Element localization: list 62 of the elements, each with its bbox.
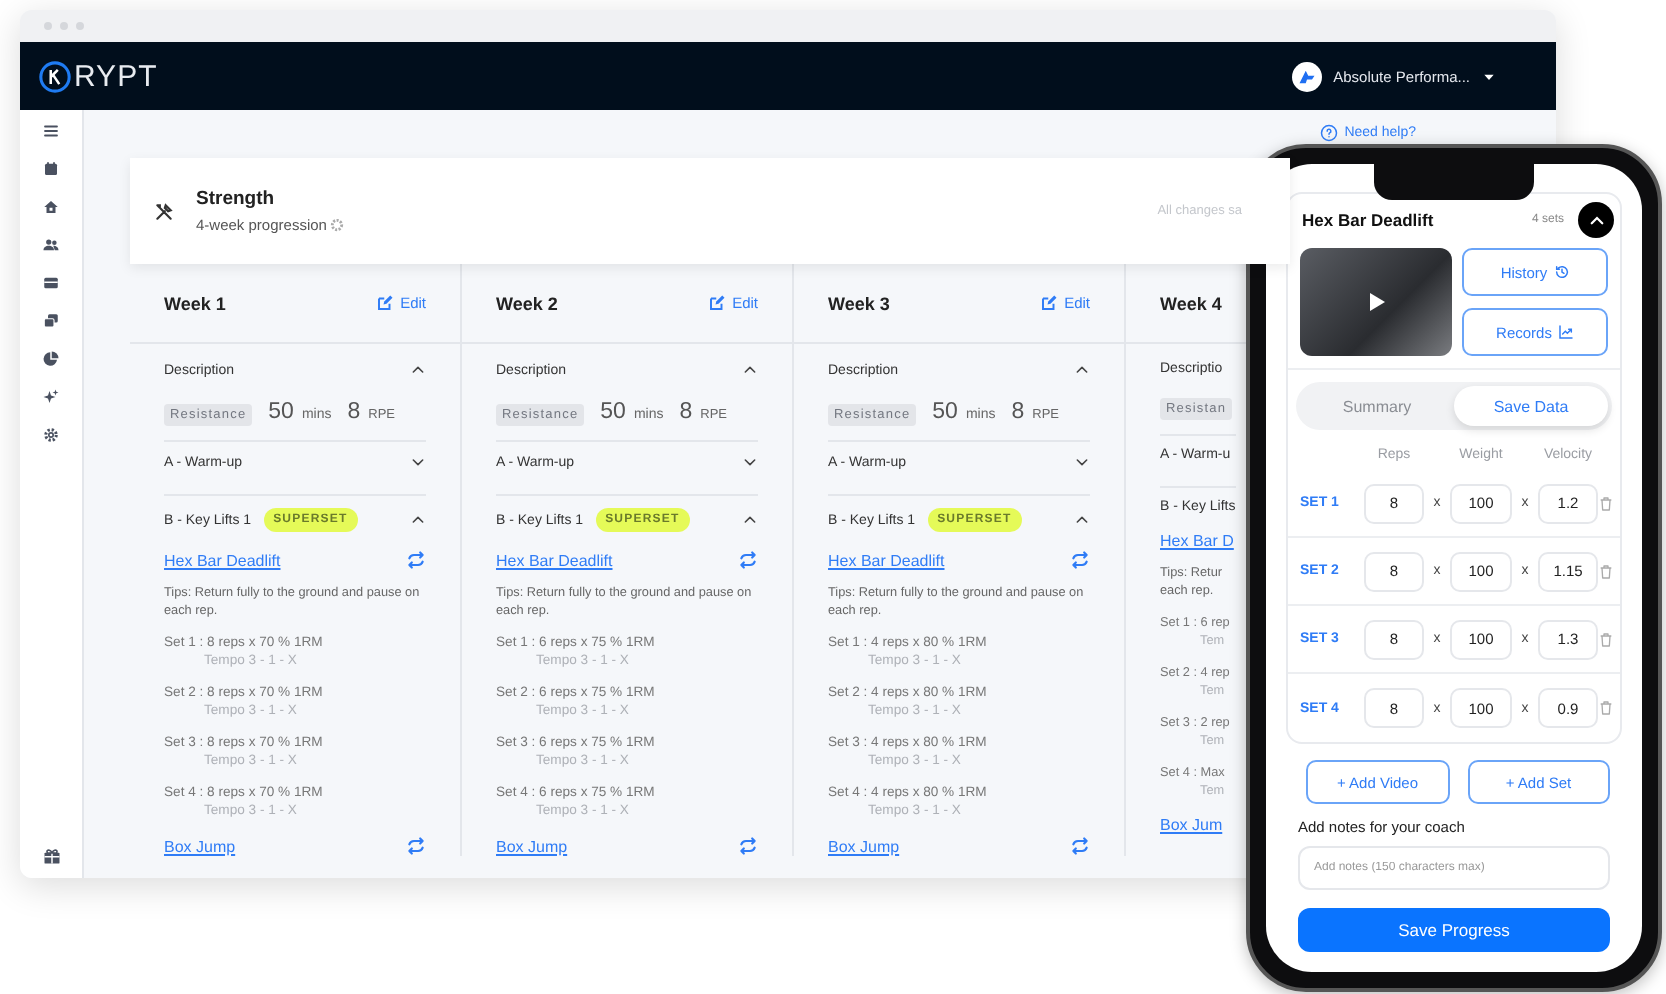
logo-text: RYPT [74, 59, 158, 93]
card-icon[interactable] [42, 274, 60, 292]
settings-icon[interactable] [42, 426, 60, 444]
swap-icon[interactable] [1070, 836, 1090, 856]
chevron-down-icon[interactable] [742, 454, 758, 470]
exercise-link[interactable]: Hex Bar Deadlift [496, 551, 613, 569]
chevron-up-icon[interactable] [1074, 362, 1090, 378]
exercise-link[interactable]: Hex Bar Deadlift [828, 551, 945, 569]
logo-icon [38, 59, 72, 93]
edit-icon [376, 294, 395, 312]
duration-value: 50 [600, 400, 626, 424]
edit-icon [708, 294, 727, 312]
view-tab[interactable]: Save Data [1454, 386, 1608, 426]
video-thumbnail[interactable] [1300, 248, 1452, 356]
collapse-button[interactable] [1578, 202, 1614, 238]
home-icon[interactable] [42, 198, 60, 216]
users-icon[interactable] [42, 236, 60, 254]
chevron-down-icon[interactable] [1074, 454, 1090, 470]
rpe-value: 8 [347, 400, 361, 424]
chart-icon [1557, 324, 1574, 340]
sparkle-icon[interactable] [42, 388, 60, 406]
swap-icon[interactable] [738, 836, 758, 856]
swap-icon[interactable] [406, 836, 426, 856]
rpe-value: 8 [679, 400, 693, 424]
exercise-link[interactable]: Box Jump [496, 837, 568, 855]
caret-down-icon[interactable] [1482, 69, 1496, 83]
chevron-up-icon[interactable] [742, 512, 758, 528]
chevron-up-icon[interactable] [1074, 512, 1090, 528]
exercise-title: Hex Bar Deadlift [1302, 210, 1434, 230]
exercise-link[interactable]: Hex Bar D [1160, 532, 1234, 550]
save-progress-button[interactable]: Save Progress [1298, 908, 1610, 952]
menu-icon[interactable] [42, 122, 60, 140]
gift-icon[interactable] [41, 846, 61, 866]
history-icon [1553, 264, 1570, 280]
exercise-link[interactable]: Hex Bar Deadlift [164, 551, 281, 569]
swap-icon[interactable] [738, 550, 758, 570]
duration-value: 50 [268, 400, 294, 424]
chevron-down-icon[interactable] [410, 454, 426, 470]
week-title: Week 2 [496, 293, 558, 313]
exercise-link[interactable]: Box Jump [828, 837, 900, 855]
help-icon [1320, 124, 1339, 142]
chevron-up-icon[interactable] [742, 362, 758, 378]
program-title: Strength [196, 188, 277, 210]
week-title: Week 3 [828, 293, 890, 313]
edit-icon [1040, 294, 1059, 312]
chevron-up-icon[interactable] [410, 362, 426, 378]
swap-icon[interactable] [1070, 550, 1090, 570]
week-title: Week 1 [164, 293, 226, 313]
exercise-link[interactable]: Box Jum [1160, 816, 1223, 834]
calendar-icon[interactable] [42, 160, 60, 178]
pie-chart-icon[interactable] [42, 350, 60, 368]
exercise-link[interactable]: Box Jump [164, 837, 236, 855]
chevron-up-icon [1587, 211, 1605, 229]
rpe-value: 8 [1011, 400, 1025, 424]
tools-icon [154, 201, 174, 221]
play-icon[interactable] [1364, 290, 1388, 314]
layers-icon[interactable] [42, 312, 60, 330]
chevron-up-icon[interactable] [410, 512, 426, 528]
avatar-icon[interactable] [1291, 61, 1322, 91]
swap-icon[interactable] [406, 550, 426, 570]
duration-value: 50 [932, 400, 958, 424]
week-title: Week 4 [1160, 293, 1222, 313]
